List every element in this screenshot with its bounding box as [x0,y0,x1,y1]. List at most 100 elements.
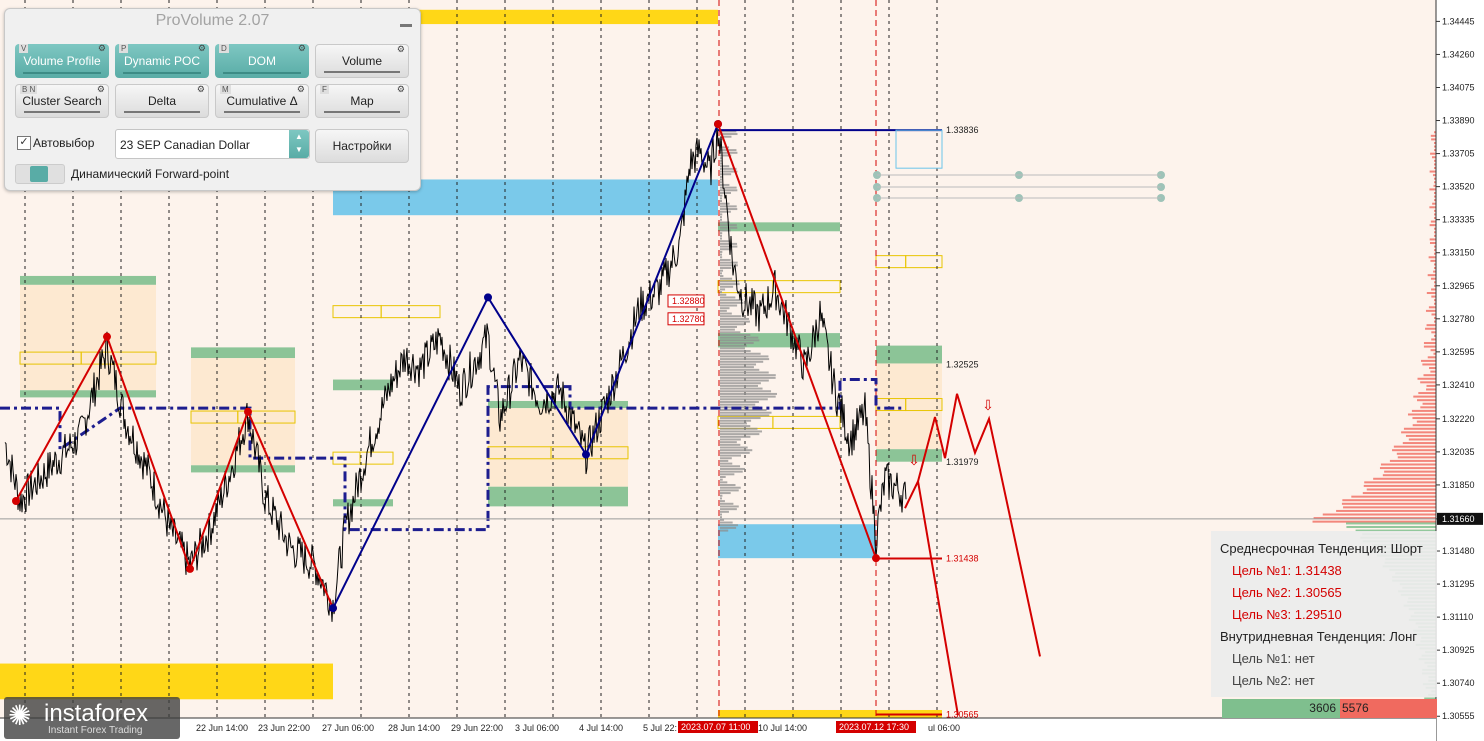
profile-bar [720,325,738,328]
dom-sell-bar [1428,306,1436,309]
dom-sell-bar [1426,384,1436,387]
dom-sell-bar [1429,188,1436,191]
dom-sell-bar [1430,277,1436,280]
dom-sell-bar [1426,292,1436,295]
panel-button-delta[interactable]: ⚙ Delta [115,84,209,118]
panel-title: ProVolume 2.07 [155,12,270,29]
zone-green [20,275,156,285]
symbol-value: 23 SEP Canadian Dollar [120,138,250,152]
profile-bar [720,352,761,355]
profile-bar [720,400,759,403]
profile-bar [720,347,745,350]
mid-target-2: Цель №2: 1.30565 [1232,585,1342,600]
hotkey-label: D [219,44,229,53]
profile-bar [720,293,727,296]
profile-bar [720,475,726,478]
zone-band [876,363,942,450]
forward-toggle[interactable] [15,164,65,184]
dom-sell-bar [1431,295,1436,298]
x-tick-label: 29 Jun 22:00 [451,723,503,733]
y-tick-label: 1.34260 [1442,49,1475,59]
y-axis: 1.34445 1.34260 1.34075 1.33890 1.33705 1.335… [1435,0,1484,741]
gear-icon[interactable]: ⚙ [197,84,205,95]
price-level-label: 1.32525 [946,359,979,369]
profile-bar [720,258,731,261]
gear-icon[interactable]: ⚙ [97,84,105,95]
profile-bar [720,162,722,165]
profile-bar [720,433,760,436]
profile-bar [720,317,750,320]
minimize-icon[interactable] [400,24,412,27]
x-tick-label: 3 Jul 06:00 [515,723,559,733]
provolume-panel: ProVolume 2.07 V ⚙ Volume Profile P ⚙ Dynamic… [4,8,421,191]
profile-bar [720,403,756,406]
profile-bar [720,422,747,425]
profile-bar [720,202,730,205]
panel-button-map[interactable]: F ⚙ Map [315,84,409,118]
dom-sell-bar [1416,420,1436,423]
intra-target-1: Цель №1: нет [1232,651,1315,666]
profile-bar [720,320,750,323]
zigzag-red-point [12,497,20,506]
gear-icon[interactable]: ⚙ [397,84,405,95]
dom-sell-bar [1420,359,1436,362]
profile-bar [720,446,748,449]
spinner-icon[interactable]: ▲ ▼ [289,130,309,158]
panel-button-cluster-search[interactable]: B N ⚙ Cluster Search [15,84,109,118]
dom-sell-bar [1389,459,1436,462]
panel-button-volume-profile[interactable]: V ⚙ Volume Profile [15,43,109,78]
profile-bar [720,307,730,310]
profile-bar [720,411,772,414]
y-tick-label: 1.33335 [1442,215,1475,225]
dom-sell-bar [1418,392,1436,395]
instaforex-logo: ✺ instaforex Instant Forex Trading [4,697,180,739]
symbol-select[interactable]: 23 SEP Canadian Dollar ▲ ▼ [115,129,310,159]
gear-icon[interactable]: ⚙ [198,43,206,54]
button-label: Volume Profile [23,54,101,68]
logo-icon: ✺ [8,700,32,731]
profile-bar [720,253,722,256]
dom-sell-bar [1403,427,1436,430]
dom-sell-bar [1431,138,1436,141]
zone-green [876,345,942,364]
zigzag-blue-point [329,604,337,613]
dynamic-poc-line [0,378,905,532]
dom-sell-bar [1427,274,1436,277]
price-level-label: 1.31438 [946,554,979,564]
dom-sell-bar [1401,431,1436,434]
profile-bar [720,374,776,377]
autoselect-checkbox[interactable]: ✓ [17,136,31,150]
gear-icon[interactable]: ⚙ [397,44,405,55]
panel-button-cumulative[interactable]: M ⚙ Cumulative Δ [215,84,309,118]
panel-button-dynamic-poc[interactable]: P ⚙ Dynamic POC [115,43,209,78]
dom-sell-bar [1428,256,1436,259]
gear-icon[interactable]: ⚙ [297,84,305,95]
gear-icon[interactable]: ⚙ [98,43,106,54]
profile-bar [720,425,751,428]
profile-bar [720,309,727,312]
gear-icon[interactable]: ⚙ [298,43,306,54]
indicator-bar [123,69,201,74]
zone-green [191,465,295,473]
x-tick-label: 4 Jul 14:00 [579,723,623,733]
settings-button[interactable]: Настройки [315,129,409,163]
dom-sell-bar [1429,238,1436,241]
y-tick-label: 1.32410 [1442,380,1475,390]
panel-button-volume[interactable]: ⚙ Volume [315,44,409,78]
price-level-label: 1.32880 [672,296,705,306]
current-price-label: 1.31660 [1442,514,1475,524]
profile-bar [720,513,722,516]
y-tick-label: 1.34445 [1442,16,1475,26]
dom-sell-bar [1432,202,1436,205]
profile-bar [720,355,769,358]
profile-bar [720,494,723,497]
profile-bar [720,285,734,288]
zone-green [333,379,393,391]
panel-button-dom[interactable]: D ⚙ DOM [215,43,309,78]
logo-name: instaforex [44,700,149,727]
zone-yellow [0,663,333,700]
profile-bar [720,443,741,446]
profile-bar [720,398,768,401]
hotkey-label: P [119,44,129,53]
x-tick-label: 22 Jun 14:00 [196,723,248,733]
